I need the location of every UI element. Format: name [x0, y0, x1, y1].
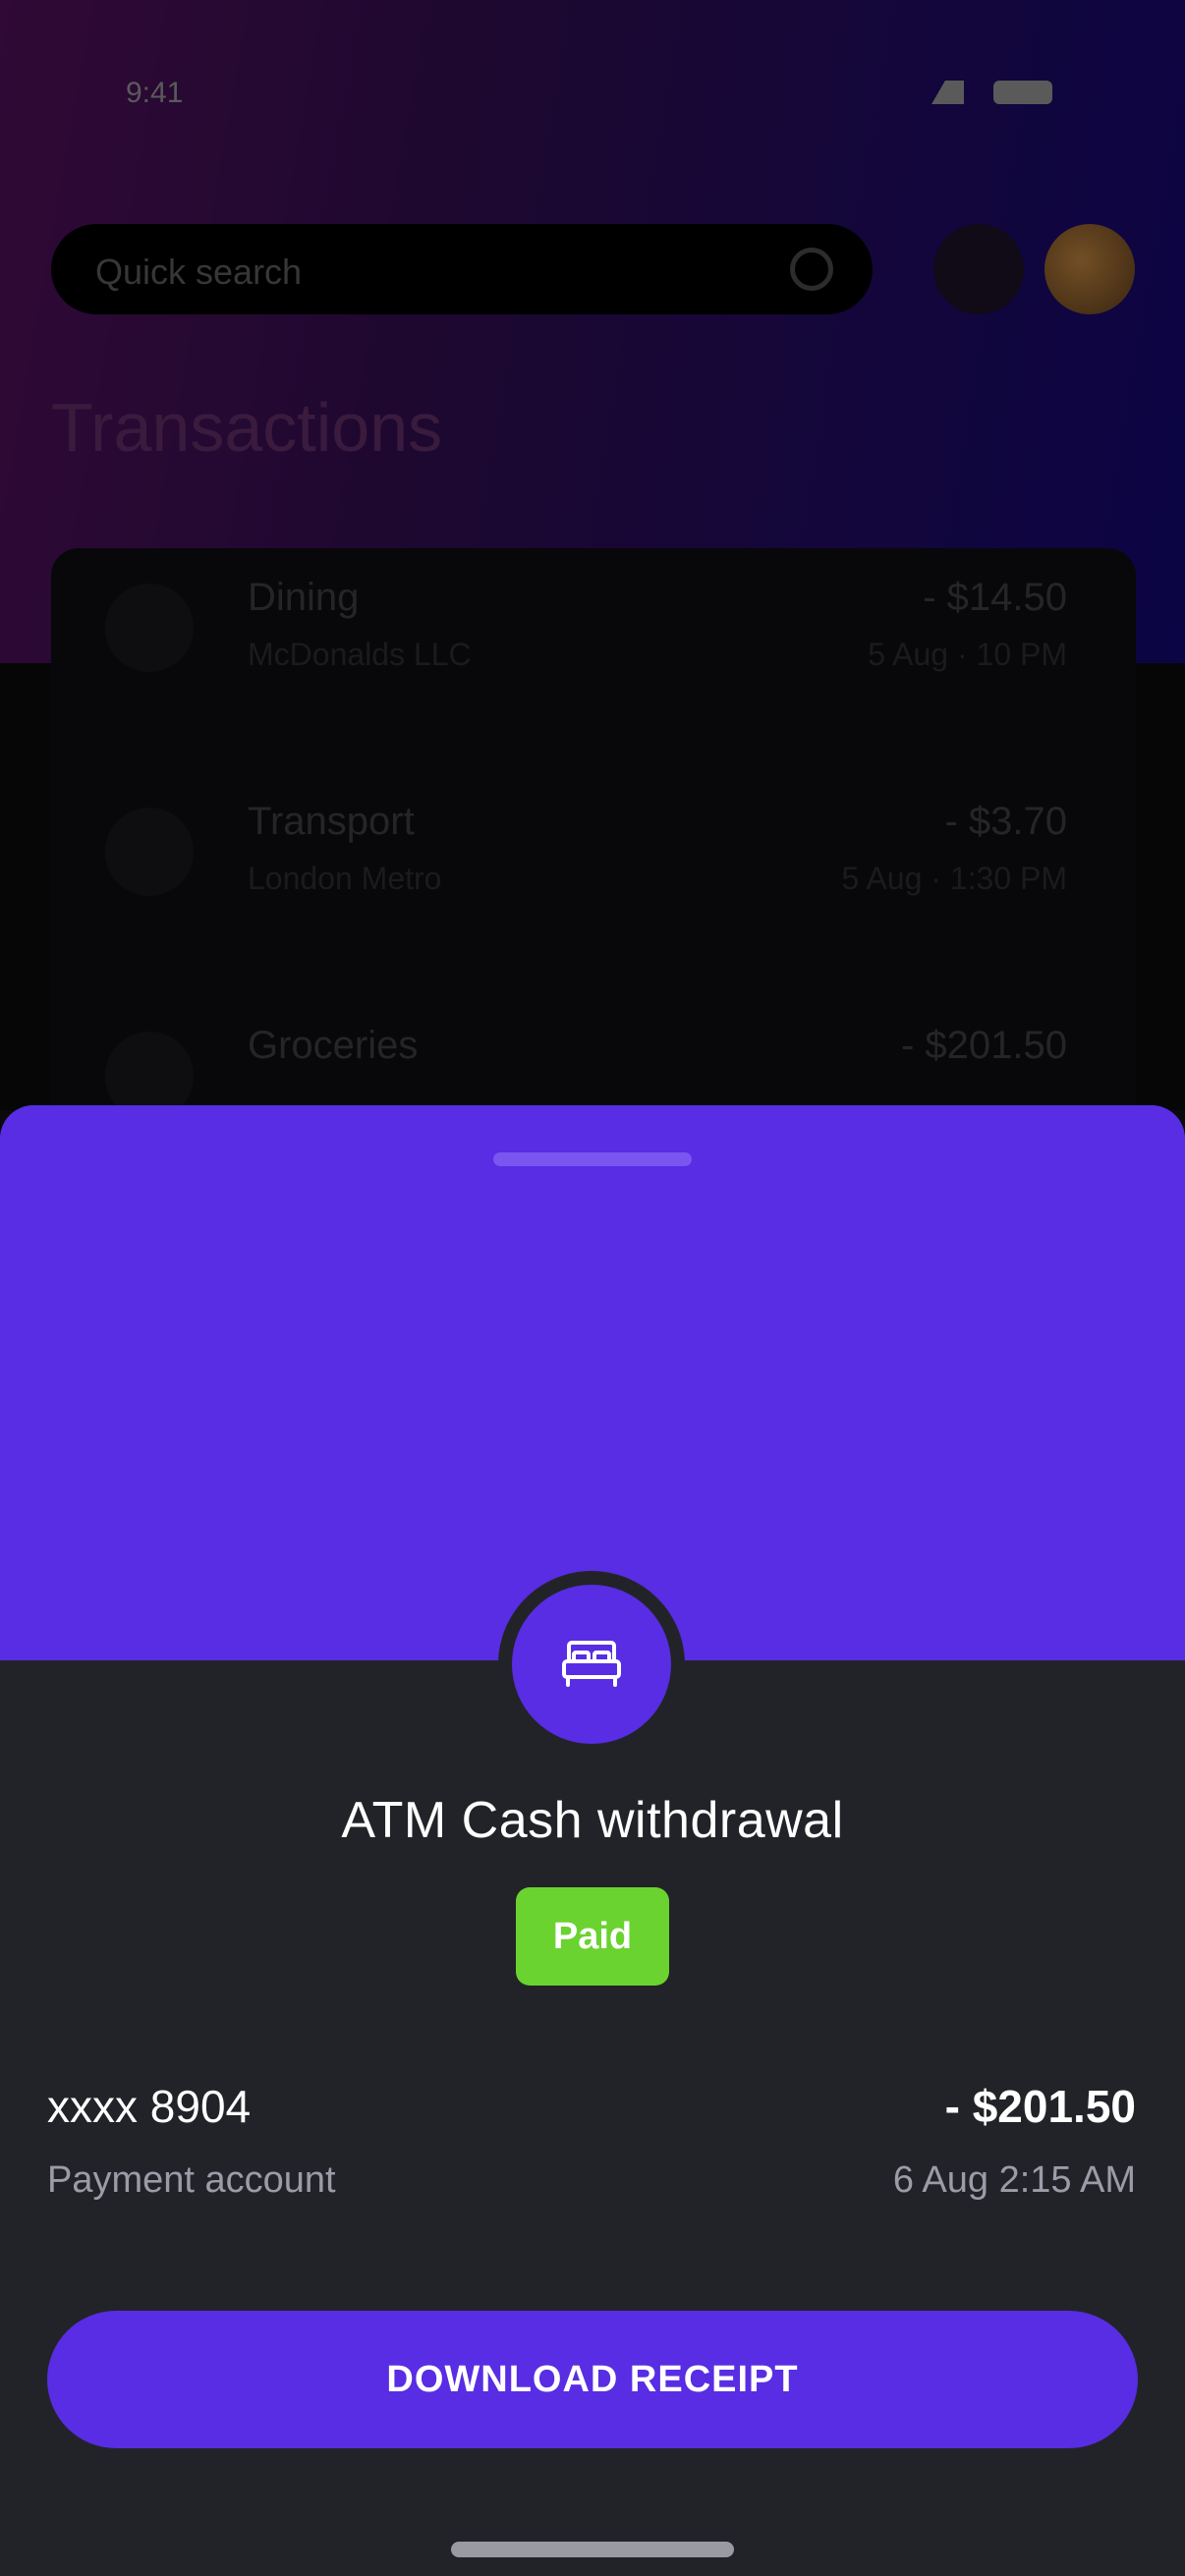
drag-handle[interactable]: [493, 1152, 692, 1166]
category-icon-ring: [498, 1571, 685, 1758]
transaction-amount: - $201.50: [944, 2081, 1136, 2132]
background-app: 9:41 Quick search Transactions Dining Mc…: [0, 0, 1185, 1110]
transaction-title: ATM Cash withdrawal: [341, 1792, 844, 1849]
transaction-datetime: 6 Aug 2:15 AM: [892, 2159, 1136, 2201]
home-indicator[interactable]: [451, 2542, 734, 2557]
account-label: Payment account: [47, 2159, 336, 2201]
account-number: xxxx 8904: [47, 2081, 252, 2132]
category-icon-circle: [512, 1585, 671, 1744]
scrim[interactable]: [0, 0, 1185, 1110]
status-badge: Paid: [516, 1887, 669, 1986]
download-receipt-button[interactable]: DOWNLOAD RECEIPT: [47, 2311, 1138, 2448]
transaction-detail-sheet: ATM Cash withdrawal Paid xxxx 8904 Payme…: [0, 1105, 1185, 2576]
bed-icon: [562, 1641, 621, 1687]
